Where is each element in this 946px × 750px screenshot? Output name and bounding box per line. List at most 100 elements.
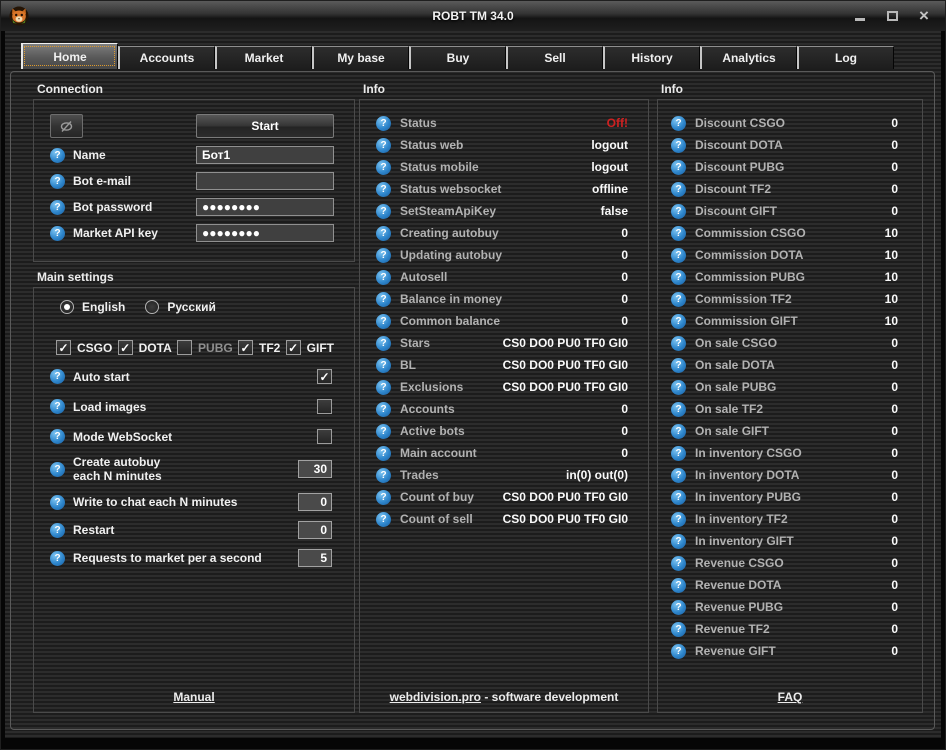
help-icon[interactable] — [671, 116, 686, 131]
help-icon[interactable] — [671, 644, 686, 659]
number-input[interactable] — [298, 493, 332, 511]
help-icon[interactable] — [671, 600, 686, 615]
tab[interactable]: Buy — [409, 46, 506, 69]
help-icon[interactable] — [50, 523, 65, 538]
help-icon[interactable] — [376, 424, 391, 439]
help-icon[interactable] — [50, 226, 65, 241]
help-icon[interactable] — [671, 490, 686, 505]
help-icon[interactable] — [376, 380, 391, 395]
number-input[interactable] — [298, 521, 332, 539]
start-button[interactable]: Start — [196, 114, 334, 138]
help-icon[interactable] — [376, 138, 391, 153]
help-icon[interactable] — [671, 160, 686, 175]
help-icon[interactable] — [671, 446, 686, 461]
game-checkbox-option[interactable]: PUBG — [177, 340, 233, 355]
webdivision-link[interactable]: webdivision.pro — [390, 690, 481, 704]
help-icon[interactable] — [376, 358, 391, 373]
help-icon[interactable] — [376, 292, 391, 307]
checkbox-icon[interactable] — [317, 399, 332, 414]
help-icon[interactable] — [376, 116, 391, 131]
help-icon[interactable] — [376, 182, 391, 197]
checkbox-icon[interactable] — [317, 369, 332, 384]
checkbox-icon[interactable] — [56, 340, 71, 355]
help-icon[interactable] — [376, 160, 391, 175]
help-icon[interactable] — [671, 512, 686, 527]
text-input[interactable] — [196, 146, 334, 164]
tab[interactable]: Accounts — [118, 46, 215, 69]
help-icon[interactable] — [671, 380, 686, 395]
help-icon[interactable] — [376, 402, 391, 417]
help-icon[interactable] — [376, 468, 391, 483]
checkbox-icon[interactable] — [177, 340, 192, 355]
help-icon[interactable] — [671, 204, 686, 219]
help-icon[interactable] — [50, 148, 65, 163]
help-icon[interactable] — [671, 402, 686, 417]
help-icon[interactable] — [671, 358, 686, 373]
help-icon[interactable] — [50, 369, 65, 384]
help-icon[interactable] — [50, 462, 65, 477]
tab[interactable]: Sell — [506, 46, 603, 69]
help-icon[interactable] — [671, 182, 686, 197]
connection-field-row: Name — [50, 146, 334, 164]
tab[interactable]: Home — [21, 43, 118, 69]
toggle-password-visibility-button[interactable] — [50, 114, 83, 138]
help-icon[interactable] — [376, 248, 391, 263]
help-icon[interactable] — [671, 534, 686, 549]
help-icon[interactable] — [671, 138, 686, 153]
help-icon[interactable] — [376, 314, 391, 329]
radio-icon[interactable] — [145, 300, 159, 314]
help-icon[interactable] — [50, 200, 65, 215]
game-checkbox-option[interactable]: GIFT — [286, 340, 334, 355]
manual-link[interactable]: Manual — [173, 690, 214, 704]
tab[interactable]: Analytics — [700, 46, 797, 69]
help-icon[interactable] — [671, 622, 686, 637]
tab[interactable]: Log — [797, 46, 894, 69]
tab[interactable]: My base — [312, 46, 409, 69]
text-input[interactable] — [196, 172, 334, 190]
close-button[interactable]: × — [917, 9, 931, 23]
help-icon[interactable] — [376, 336, 391, 351]
help-icon[interactable] — [671, 248, 686, 263]
checkbox-icon[interactable] — [238, 340, 253, 355]
help-icon[interactable] — [671, 314, 686, 329]
faq-link[interactable]: FAQ — [778, 690, 803, 704]
game-checkbox-option[interactable]: TF2 — [238, 340, 280, 355]
info-row: On sale DOTA 0 — [658, 354, 922, 376]
radio-icon[interactable] — [60, 300, 74, 314]
help-icon[interactable] — [671, 336, 686, 351]
help-icon[interactable] — [50, 551, 65, 566]
language-radio-option[interactable]: English — [60, 300, 125, 314]
help-icon[interactable] — [50, 495, 65, 510]
help-icon[interactable] — [376, 512, 391, 527]
help-icon[interactable] — [50, 429, 65, 444]
help-icon[interactable] — [50, 399, 65, 414]
help-icon[interactable] — [671, 292, 686, 307]
maximize-button[interactable] — [885, 9, 899, 23]
titlebar[interactable]: ROBT TM 34.0 × — [1, 1, 945, 31]
help-icon[interactable] — [376, 490, 391, 505]
help-icon[interactable] — [671, 270, 686, 285]
minimize-button[interactable] — [853, 9, 867, 23]
help-icon[interactable] — [671, 556, 686, 571]
help-icon[interactable] — [671, 578, 686, 593]
checkbox-icon[interactable] — [118, 340, 133, 355]
help-icon[interactable] — [50, 174, 65, 189]
text-input[interactable] — [196, 198, 334, 216]
help-icon[interactable] — [376, 446, 391, 461]
tab[interactable]: Market — [215, 46, 312, 69]
number-input[interactable] — [298, 460, 332, 478]
game-checkbox-option[interactable]: CSGO — [56, 340, 112, 355]
help-icon[interactable] — [671, 424, 686, 439]
help-icon[interactable] — [671, 226, 686, 241]
help-icon[interactable] — [671, 468, 686, 483]
checkbox-icon[interactable] — [286, 340, 301, 355]
language-radio-option[interactable]: Русский — [145, 300, 216, 314]
tab[interactable]: History — [603, 46, 700, 69]
help-icon[interactable] — [376, 226, 391, 241]
game-checkbox-option[interactable]: DOTA — [118, 340, 172, 355]
number-input[interactable] — [298, 549, 332, 567]
checkbox-icon[interactable] — [317, 429, 332, 444]
help-icon[interactable] — [376, 204, 391, 219]
help-icon[interactable] — [376, 270, 391, 285]
text-input[interactable] — [196, 224, 334, 242]
